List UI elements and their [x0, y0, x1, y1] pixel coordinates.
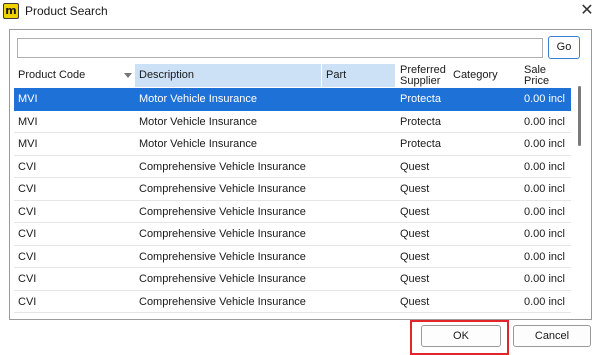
cell-description: Comprehensive Vehicle Insurance [139, 295, 306, 308]
cell-description: Comprehensive Vehicle Insurance [139, 205, 306, 218]
cell-sale-price: 0.00 incl [524, 160, 565, 173]
cell-product-code: MVI [18, 93, 38, 105]
cell-preferred-supplier: Quest [400, 250, 430, 263]
column-header-preferred-supplier[interactable]: Preferred Supplier [396, 64, 448, 87]
cell-sale-price: 0.00 incl [524, 228, 565, 240]
table-row[interactable]: CVI Comprehensive Vehicle Insurance Quest 0… [14, 201, 571, 223]
cell-preferred-supplier: Quest [400, 273, 430, 285]
close-icon[interactable]: ✕ [572, 0, 602, 22]
cell-sale-price: 0.00 incl [524, 273, 565, 285]
cell-product-code: CVI [18, 160, 37, 173]
search-panel: Go Product Code Description Part Preferr… [9, 29, 592, 320]
cell-product-code: MVI [18, 115, 38, 128]
cell-description: Motor Vehicle Insurance [139, 93, 258, 105]
cell-category [449, 201, 519, 223]
cell-description: Motor Vehicle Insurance [139, 115, 258, 128]
cell-part [322, 133, 395, 155]
cell-category [449, 156, 519, 178]
table-row[interactable]: MVI Motor Vehicle Insurance Protecta 0.00 i… [14, 111, 571, 133]
table-row[interactable]: CVI Comprehensive Vehicle Insurance Quest 0… [14, 291, 571, 313]
ok-button[interactable]: OK [421, 325, 501, 347]
column-header-category[interactable]: Category [449, 64, 519, 87]
cell-sale-price: 0.00 incl [524, 93, 565, 105]
cell-description: Comprehensive Vehicle Insurance [139, 250, 306, 263]
column-header-label: Category [453, 69, 498, 81]
cell-part [322, 223, 395, 245]
cell-product-code: CVI [18, 250, 37, 263]
cell-product-code: CVI [18, 205, 37, 218]
cell-part [322, 88, 395, 110]
cell-preferred-supplier: Quest [400, 228, 430, 240]
cell-product-code: CVI [18, 183, 37, 195]
column-header-label: Product Code [18, 69, 86, 81]
cell-preferred-supplier: Quest [400, 160, 430, 173]
window-title: Product Search [25, 4, 108, 18]
cell-description: Comprehensive Vehicle Insurance [139, 228, 306, 240]
app-logo-icon: m [3, 3, 19, 19]
cell-preferred-supplier: Quest [400, 295, 430, 308]
cell-part [322, 156, 395, 178]
dialog-body: Go Product Code Description Part Preferr… [0, 22, 602, 355]
column-header-label: Preferred Supplier [400, 64, 446, 87]
cell-sale-price: 0.00 incl [524, 250, 565, 263]
product-grid: Product Code Description Part Preferred … [14, 64, 571, 314]
cell-category [449, 268, 519, 290]
cell-category [449, 178, 519, 200]
cell-sale-price: 0.00 incl [524, 205, 565, 218]
table-row[interactable]: CVI Comprehensive Vehicle Insurance Quest 0… [14, 156, 571, 178]
column-header-part[interactable]: Part [322, 64, 395, 87]
cell-category [449, 223, 519, 245]
grid-rows: MVI Motor Vehicle Insurance Protecta 0.00 i… [14, 88, 571, 313]
column-header-label: Sale Price [524, 64, 550, 87]
cell-description: Motor Vehicle Insurance [139, 138, 258, 150]
column-header-description[interactable]: Description [135, 64, 321, 87]
cell-product-code: MVI [18, 138, 38, 150]
cell-category [449, 133, 519, 155]
cell-category [449, 88, 519, 110]
cell-preferred-supplier: Protecta [400, 93, 441, 105]
cell-preferred-supplier: Quest [400, 183, 430, 195]
column-header-sale-price[interactable]: Sale Price [520, 64, 571, 87]
cell-product-code: CVI [18, 295, 37, 308]
table-row[interactable]: MVI Motor Vehicle Insurance Protecta 0.00 i… [14, 133, 571, 156]
column-header-product-code[interactable]: Product Code [14, 64, 134, 87]
cell-sale-price: 0.00 incl [524, 183, 565, 195]
cell-description: Comprehensive Vehicle Insurance [139, 183, 306, 195]
cell-part [322, 268, 395, 290]
column-header-label: Part [326, 69, 347, 81]
sort-descending-icon [124, 73, 132, 78]
vertical-scrollbar[interactable] [573, 64, 587, 314]
cell-sale-price: 0.00 incl [524, 295, 565, 308]
cell-product-code: CVI [18, 273, 37, 285]
cell-preferred-supplier: Protecta [400, 115, 441, 128]
go-button[interactable]: Go [548, 36, 580, 59]
scrollbar-thumb[interactable] [578, 86, 581, 146]
grid-header: Product Code Description Part Preferred … [14, 64, 571, 87]
table-row[interactable]: CVI Comprehensive Vehicle Insurance Quest 0… [14, 178, 571, 201]
cell-part [322, 291, 395, 313]
cell-part [322, 201, 395, 223]
table-row[interactable]: CVI Comprehensive Vehicle Insurance Quest 0… [14, 223, 571, 246]
column-header-label: Description [139, 69, 195, 81]
cell-description: Comprehensive Vehicle Insurance [139, 273, 306, 285]
cell-description: Comprehensive Vehicle Insurance [139, 160, 306, 173]
cell-product-code: CVI [18, 228, 37, 240]
cell-sale-price: 0.00 incl [524, 138, 565, 150]
cell-part [322, 246, 395, 268]
table-row[interactable]: CVI Comprehensive Vehicle Insurance Quest 0… [14, 246, 571, 268]
cancel-button[interactable]: Cancel [513, 325, 591, 347]
table-row[interactable]: CVI Comprehensive Vehicle Insurance Quest 0… [14, 268, 571, 291]
table-row[interactable]: MVI Motor Vehicle Insurance Protecta 0.00 i… [14, 88, 571, 111]
cell-sale-price: 0.00 incl [524, 115, 565, 128]
title-bar: m Product Search ✕ [0, 0, 602, 22]
cell-category [449, 111, 519, 133]
cell-category [449, 246, 519, 268]
cell-category [449, 291, 519, 313]
cell-preferred-supplier: Quest [400, 205, 430, 218]
cell-part [322, 111, 395, 133]
search-input[interactable] [17, 38, 543, 58]
cell-preferred-supplier: Protecta [400, 138, 441, 150]
cell-part [322, 178, 395, 200]
